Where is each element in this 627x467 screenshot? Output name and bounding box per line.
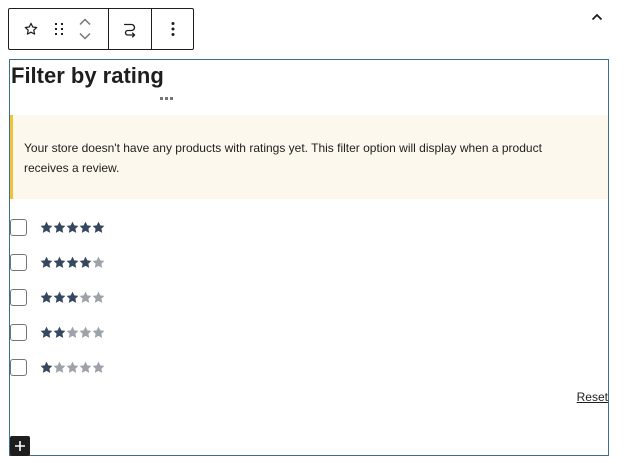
notice-text: Your store doesn't have any products wit… — [24, 141, 542, 175]
star-filled-icon — [40, 256, 53, 268]
rating-checkbox[interactable] — [10, 289, 27, 306]
star-icon — [24, 22, 38, 35]
star-filled-icon — [53, 326, 66, 338]
star-filled-icon — [53, 256, 66, 268]
transform-icon — [124, 23, 136, 38]
rating-stars — [40, 326, 105, 339]
star-filled-icon — [92, 221, 105, 233]
star-filled-icon — [40, 361, 53, 373]
star-empty-icon — [79, 361, 92, 373]
star-empty-icon — [53, 361, 66, 373]
star-empty-icon — [92, 256, 105, 268]
chevron-up-icon — [591, 13, 603, 21]
star-empty-icon — [66, 326, 79, 338]
star-filled-icon — [66, 221, 79, 233]
resize-handle-icon[interactable] — [160, 97, 173, 100]
star-filled-icon — [53, 221, 66, 233]
toolbar-group-block — [9, 9, 109, 49]
rating-option-2[interactable] — [10, 315, 310, 350]
star-filled-icon — [79, 221, 92, 233]
toolbar-group-transform — [109, 9, 152, 49]
star-empty-icon — [92, 291, 105, 303]
rating-checkbox[interactable] — [10, 324, 27, 341]
collapse-toggle[interactable] — [588, 8, 606, 26]
block-inserter-button[interactable] — [10, 436, 30, 456]
rating-checkbox[interactable] — [10, 219, 27, 236]
rating-stars — [40, 361, 105, 374]
plus-icon — [15, 441, 25, 451]
star-empty-icon — [79, 291, 92, 303]
transform-button[interactable] — [121, 9, 139, 49]
rating-option-3[interactable] — [10, 280, 310, 315]
star-filled-icon — [79, 256, 92, 268]
block-toolbar — [8, 8, 194, 50]
more-options-icon — [171, 22, 174, 36]
drag-handle-icon — [55, 23, 63, 35]
toolbar-group-options — [152, 9, 193, 49]
editor-canvas: Filter by rating Your store doesn't have… — [0, 0, 627, 467]
rating-stars — [40, 256, 105, 269]
rating-stars — [40, 221, 105, 234]
rating-option-5[interactable] — [10, 210, 310, 245]
star-filled-icon — [53, 291, 66, 303]
rating-option-4[interactable] — [10, 245, 310, 280]
drag-handle-button[interactable] — [45, 9, 73, 49]
star-filled-icon — [66, 256, 79, 268]
star-empty-icon — [92, 326, 105, 338]
star-filled-icon — [66, 291, 79, 303]
more-options-button[interactable] — [171, 9, 175, 49]
chevron-down-icon[interactable] — [78, 32, 92, 41]
rating-checkbox[interactable] — [10, 359, 27, 376]
star-empty-icon — [66, 361, 79, 373]
no-ratings-notice: Your store doesn't have any products wit… — [10, 115, 608, 199]
chevron-up-icon[interactable] — [78, 17, 92, 26]
block-type-button[interactable] — [17, 9, 45, 49]
rating-option-1[interactable] — [10, 350, 310, 385]
rating-list — [10, 210, 310, 385]
star-filled-icon — [40, 221, 53, 233]
rating-checkbox[interactable] — [10, 254, 27, 271]
star-filled-icon — [40, 326, 53, 338]
star-empty-icon — [92, 361, 105, 373]
star-filled-icon — [40, 291, 53, 303]
reset-link[interactable]: Reset — [577, 390, 608, 404]
block-title[interactable]: Filter by rating — [11, 64, 164, 88]
filter-by-rating-block[interactable]: Filter by rating Your store doesn't have… — [9, 59, 609, 456]
star-empty-icon — [79, 326, 92, 338]
rating-stars — [40, 291, 105, 304]
block-mover — [73, 9, 97, 49]
